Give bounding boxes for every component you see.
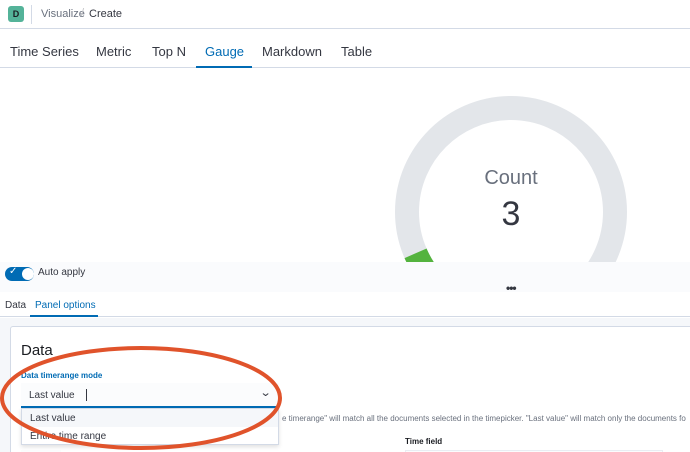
chevron-down-icon[interactable]: ⌄ xyxy=(260,386,272,399)
toggle-knob xyxy=(22,268,34,280)
top-header: D Visualize / Create xyxy=(0,0,690,29)
section-title: Data xyxy=(21,342,53,359)
header-divider xyxy=(31,5,32,24)
tab-markdown[interactable]: Markdown xyxy=(262,44,322,59)
kibana-visualize-page: D Visualize / Create Time Series Metric … xyxy=(0,0,690,452)
option-entire-time-range[interactable]: Entire time range xyxy=(30,431,106,442)
tab-panel-options[interactable]: Panel options xyxy=(35,300,96,311)
active-editor-tab-indicator xyxy=(30,315,98,317)
visualization-area: Count 3 xyxy=(0,68,690,262)
gauge-value: 3 xyxy=(501,195,521,233)
gauge-fill xyxy=(404,248,434,262)
auto-apply-label: Auto apply xyxy=(38,267,86,278)
gauge-label: Count xyxy=(484,167,538,189)
tab-time-series[interactable]: Time Series xyxy=(10,44,79,59)
space-avatar[interactable]: D xyxy=(8,6,24,22)
breadcrumb-separator: / xyxy=(81,7,85,19)
panel-options-editor: Data Data timerange mode Last value ⌄ e … xyxy=(0,318,690,452)
tab-table[interactable]: Table xyxy=(341,44,372,59)
breadcrumb-visualize[interactable]: Visualize xyxy=(41,8,85,20)
timerange-help-text: e timerange" will match all the document… xyxy=(282,414,686,423)
timerange-mode-label: Data timerange mode xyxy=(21,371,103,380)
tab-top-n[interactable]: Top N xyxy=(152,44,186,59)
option-last-value[interactable]: Last value xyxy=(30,413,76,424)
timerange-mode-select[interactable]: Last value ⌄ xyxy=(21,383,279,408)
auto-apply-bar: ✓ Auto apply ••• xyxy=(0,262,690,295)
breadcrumb-create: Create xyxy=(89,8,123,20)
tab-metric[interactable]: Metric xyxy=(96,44,131,59)
data-options-card: Data Data timerange mode Last value ⌄ e … xyxy=(10,326,690,452)
time-field-label: Time field xyxy=(405,437,443,446)
auto-apply-toggle[interactable]: ✓ xyxy=(5,266,34,281)
visualization-type-tabs: Time Series Metric Top N Gauge Markdown … xyxy=(0,31,690,68)
text-cursor xyxy=(86,389,87,401)
tab-gauge[interactable]: Gauge xyxy=(205,44,244,59)
tab-data[interactable]: Data xyxy=(5,300,26,311)
editor-tabs: Data Panel options xyxy=(0,292,690,317)
timerange-mode-dropdown: Last value Entire time range xyxy=(21,408,279,445)
check-icon: ✓ xyxy=(9,266,18,277)
timerange-mode-value: Last value xyxy=(29,390,75,401)
